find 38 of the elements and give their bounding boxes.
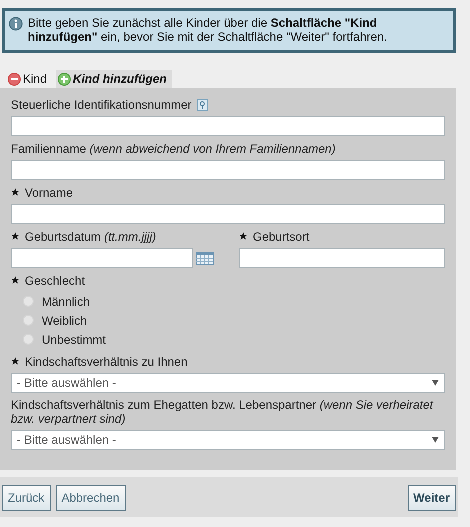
text-field[interactable] (239, 248, 445, 268)
field-label: Geschlecht (25, 274, 86, 288)
field-label: Geburtsdatum (tt.mm.jjjj) (25, 230, 156, 244)
option-label: Weiblich (42, 314, 88, 328)
text-field[interactable] (11, 204, 445, 224)
asterisk-icon (239, 232, 248, 241)
minus-circle-icon (8, 72, 21, 86)
button[interactable]: Zurück (2, 485, 51, 511)
radio-button[interactable] (23, 334, 34, 345)
field-label: Familienname (wenn abweichend von Ihrem Familiennamen) (11, 142, 336, 156)
radio-button[interactable] (23, 315, 34, 326)
caret-icon (432, 437, 439, 443)
field-label: Geburtsort (253, 230, 310, 244)
plus-circle-icon (58, 72, 72, 86)
help-icon[interactable] (196, 98, 208, 110)
asterisk-icon (11, 232, 20, 241)
caret-icon (432, 380, 439, 386)
date-field[interactable] (11, 248, 193, 268)
asterisk-icon (11, 276, 20, 285)
calendar-icon[interactable] (196, 252, 214, 264)
button[interactable]: Abbrechen (56, 485, 126, 511)
text-field[interactable] (11, 116, 445, 136)
option-label: Männlich (42, 294, 90, 308)
field-label: Vorname (25, 186, 74, 200)
button[interactable]: Weiter (408, 485, 456, 511)
asterisk-icon (11, 357, 20, 366)
text-field[interactable] (11, 160, 445, 180)
field-label: Steuerliche Identifikationsnummer (11, 98, 192, 112)
notice-text: Bitte geben Sie zunächst alle Kinder über die Schaltfläche "Kind hinzufügen" ein, bevor Sie mit der Schaltfläche "Weiter" fortfahren. (28, 16, 388, 44)
asterisk-icon (11, 188, 20, 197)
field-label: Kindschaftsverhältnis zu Ihnen (25, 354, 188, 368)
info-icon (9, 17, 23, 31)
dropdown[interactable]: - Bitte auswählen - (11, 373, 445, 393)
radio-button[interactable] (23, 296, 34, 307)
option-label: Unbestimmt (42, 332, 106, 346)
field-label: Kindschaftsverhältnis zum Ehegatten bzw. Lebenspartner (wenn Sie verheiratet bzw. verpartnert sind) (11, 398, 434, 426)
tab[interactable]: Kind hinzufügen (56, 70, 172, 88)
dropdown[interactable]: - Bitte auswählen - (11, 430, 445, 450)
